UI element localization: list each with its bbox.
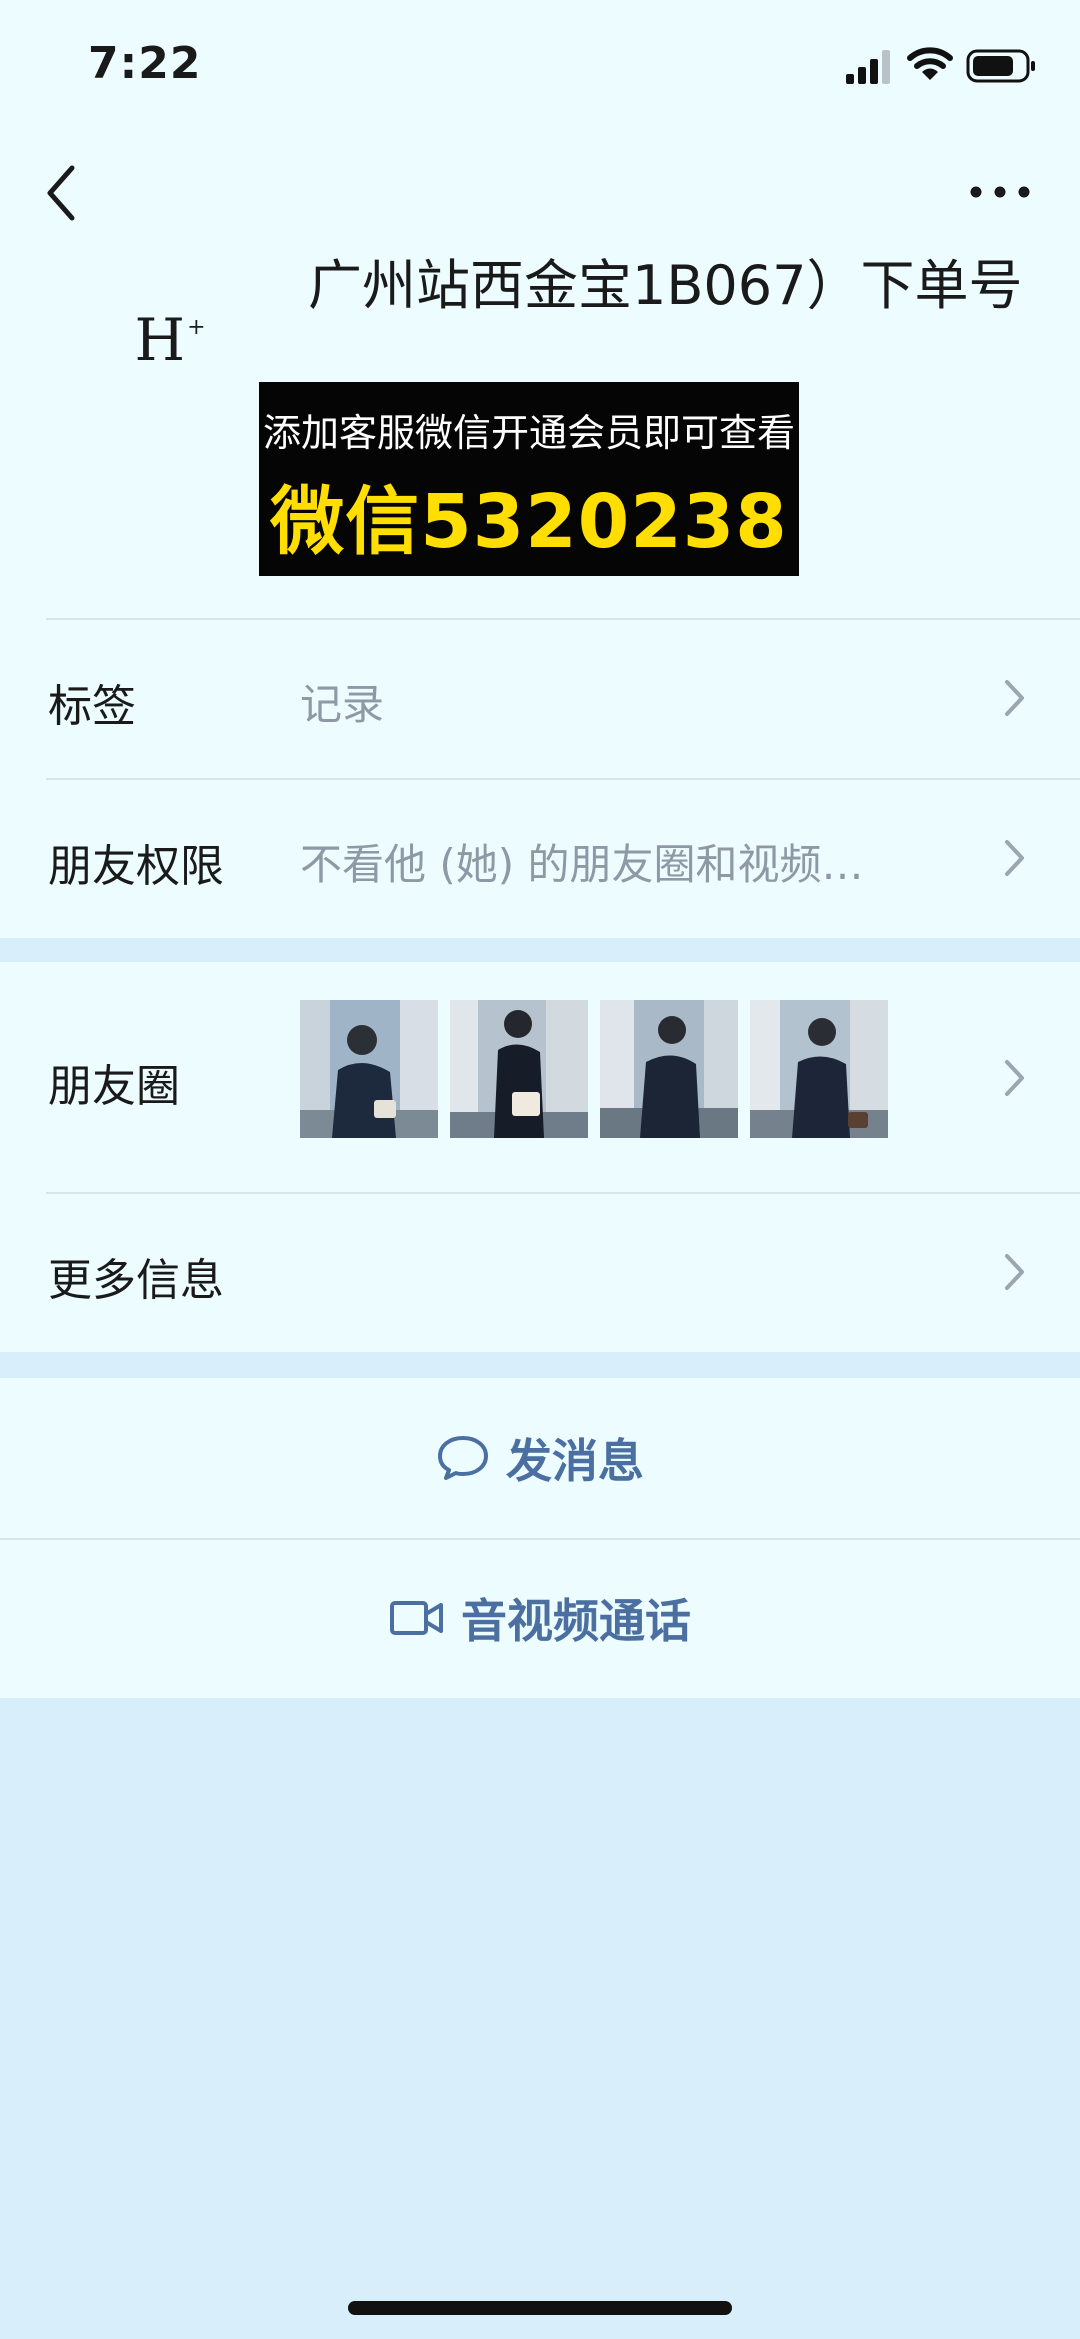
video-call-label: 音视频通话: [461, 1594, 691, 1648]
avatar-letter: H: [134, 306, 186, 374]
moments-photo-thumbnail[interactable]: [300, 1000, 438, 1138]
tags-value: 记录: [300, 680, 385, 729]
chat-bubble-icon: [438, 1436, 488, 1480]
status-time: 7:22: [88, 38, 202, 89]
contact-profile-screen: 7:22 H + 广州站西金宝1B067）下单号 添加客服微信开通会员即可查看 …: [0, 0, 1080, 2339]
send-message-button[interactable]: 发消息: [0, 1378, 1080, 1538]
moments-card: 朋友圈 更多信息: [0, 962, 1080, 1352]
tags-row[interactable]: 标签 记录: [0, 618, 1080, 778]
avatar[interactable]: H +: [110, 280, 230, 400]
more-info-label: 更多信息: [48, 1255, 224, 1306]
moments-photo-thumbnail[interactable]: [450, 1000, 588, 1138]
moments-label: 朋友圈: [48, 1061, 180, 1112]
info-card: 标签 记录 朋友权限 不看他 (她) 的朋友圈和视频…: [0, 618, 1080, 938]
chevron-right-icon: [1005, 1254, 1024, 1290]
actions-card: 发消息 音视频通话: [0, 1378, 1080, 1698]
promo-text: 添加客服微信开通会员即可查看: [262, 411, 795, 455]
video-call-button[interactable]: 音视频通话: [0, 1538, 1080, 1698]
avatar-sup: +: [187, 314, 206, 340]
home-indicator[interactable]: [348, 2301, 732, 2315]
send-message-label: 发消息: [506, 1434, 644, 1488]
chevron-right-icon: [1005, 840, 1024, 876]
promo-overlay-banner: 添加客服微信开通会员即可查看 微信5320238: [259, 382, 799, 576]
profile-header: H + 广州站西金宝1B067）下单号 添加客服微信开通会员即可查看 微信5320…: [0, 130, 1080, 618]
permissions-value: 不看他 (她) 的朋友圈和视频…: [300, 840, 864, 889]
tags-label: 标签: [48, 681, 136, 732]
permissions-row[interactable]: 朋友权限 不看他 (她) 的朋友圈和视频…: [0, 778, 1080, 938]
profile-name: 广州站西金宝1B067）下单号: [308, 254, 1023, 317]
video-camera-icon: [390, 1601, 443, 1635]
chevron-right-icon: [1005, 680, 1024, 716]
moments-photo-thumbnail[interactable]: [600, 1000, 738, 1138]
chevron-right-icon: [1005, 1060, 1024, 1096]
more-info-row[interactable]: 更多信息: [0, 1192, 1080, 1352]
more-options-icon[interactable]: [968, 180, 1032, 204]
wifi-icon: [907, 47, 953, 80]
status-bar: 7:22: [0, 0, 1080, 130]
permissions-label: 朋友权限: [48, 841, 224, 892]
cellular-signal-icon: [846, 50, 890, 84]
moments-row[interactable]: 朋友圈: [0, 962, 1080, 1192]
promo-wechat-id: 微信5320238: [270, 479, 788, 565]
moments-photo-thumbnail[interactable]: [750, 1000, 888, 1138]
back-arrow-icon[interactable]: [40, 160, 86, 226]
battery-icon: [966, 49, 1035, 83]
